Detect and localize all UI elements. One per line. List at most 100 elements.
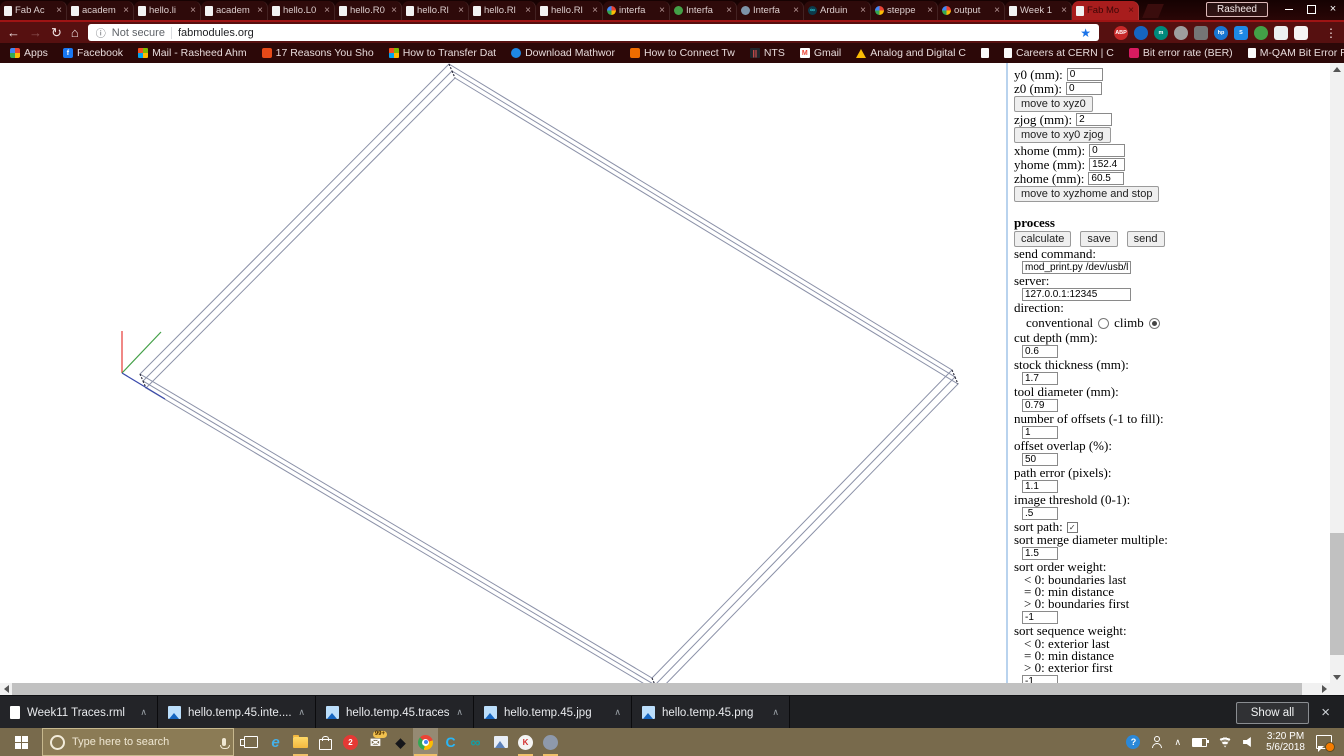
input-zjog-mm[interactable]	[1076, 113, 1113, 126]
tab-close-icon[interactable]: ×	[458, 5, 464, 16]
tab-close-icon[interactable]: ×	[860, 5, 866, 16]
close-button[interactable]: ×	[1322, 0, 1344, 18]
download-chip-hello-temp-45-traces-png[interactable]: hello.temp.45.traces.png ∧	[316, 696, 474, 729]
tab-hello-l0[interactable]: hello.L0 ×	[268, 1, 335, 20]
microphone-icon[interactable]	[219, 738, 230, 749]
tab-week-1[interactable]: Week 1 ×	[1005, 1, 1072, 20]
battery-icon[interactable]	[1192, 737, 1210, 747]
tab-close-icon[interactable]: ×	[726, 5, 732, 16]
input-xhome-mm[interactable]	[1089, 144, 1126, 157]
bookmark-how-to-connect-tw[interactable]: How to Connect Tw	[629, 47, 735, 59]
tab-steppe[interactable]: steppe ×	[871, 1, 938, 20]
scroll-right-icon[interactable]	[1318, 683, 1330, 695]
tab-close-icon[interactable]: ×	[324, 5, 330, 16]
input-z0-mm[interactable]	[1066, 82, 1103, 95]
download-chevron-icon[interactable]: ∧	[772, 707, 779, 718]
bookmark-m-qam-bit-error-ra[interactable]: M-QAM Bit Error Ra	[1247, 47, 1344, 59]
tab-hello-rl[interactable]: hello.Rl ×	[536, 1, 603, 20]
download-chip-hello-temp-45-png[interactable]: hello.temp.45.png ∧	[632, 696, 790, 729]
button-move-to-xy0-zjog[interactable]: move to xy0 zjog	[1014, 127, 1111, 143]
horizontal-scrollbar[interactable]	[0, 683, 1330, 695]
tab-close-icon[interactable]: ×	[257, 5, 263, 16]
download-chevron-icon[interactable]: ∧	[140, 707, 147, 718]
scroll-down-icon[interactable]	[1330, 671, 1344, 683]
taskbar-app-kicad[interactable]: K	[513, 728, 538, 756]
tab-output[interactable]: output ×	[938, 1, 1005, 20]
start-button[interactable]	[0, 728, 42, 756]
tab-arduin[interactable]: ∞ Arduin ×	[804, 1, 871, 20]
taskbar-app-ccleaner[interactable]: C	[438, 728, 463, 756]
input-y0-mm[interactable]	[1066, 68, 1103, 81]
action-center-icon[interactable]	[1316, 735, 1335, 752]
ext-s-icon[interactable]: S	[1234, 25, 1248, 40]
reload-icon[interactable]: ↻	[51, 26, 62, 39]
tab-hello-li[interactable]: hello.li ×	[134, 1, 201, 20]
tab-close-icon[interactable]: ×	[190, 5, 196, 16]
home-icon[interactable]: ⌂	[71, 26, 79, 39]
tab-interfa[interactable]: Interfa ×	[670, 1, 737, 20]
taskbar-app-eagle[interactable]	[538, 728, 563, 756]
download-chip-hello-temp-45-inte-png[interactable]: hello.temp.45.inte....png ∧	[158, 696, 316, 729]
tab-hello-r0[interactable]: hello.R0 ×	[335, 1, 402, 20]
tab-hello-rl[interactable]: hello.Rl ×	[402, 1, 469, 20]
button-send[interactable]: send	[1126, 231, 1165, 247]
download-chip-hello-temp-45-jpg[interactable]: hello.temp.45.jpg ∧	[474, 696, 632, 729]
download-chevron-icon[interactable]: ∧	[614, 707, 621, 718]
adblock-icon[interactable]: ABP	[1114, 25, 1128, 40]
taskbar-app-edge[interactable]: e	[263, 728, 288, 756]
checkbox-sort-path[interactable]: ✓	[1066, 521, 1078, 533]
tab-fab-ac[interactable]: Fab Ac ×	[0, 1, 67, 20]
taskbar-app-mail[interactable]: 99+ ✉	[363, 728, 388, 756]
bookmark-gmail[interactable]: M Gmail	[799, 47, 841, 59]
address-bar[interactable]: ⓘ Not secure fabmodules.org ★	[87, 24, 1099, 41]
bookmark-bit-error-rate-ber[interactable]: Bit error rate (BER)	[1128, 47, 1233, 59]
button-save[interactable]: save	[1080, 231, 1118, 247]
button-move-to-xyz0[interactable]: move to xyz0	[1014, 96, 1093, 112]
bookmark-17-reasons-you-sho[interactable]: 17 Reasons You Sho	[261, 47, 374, 59]
tab-close-icon[interactable]: ×	[659, 5, 665, 16]
wifi-icon[interactable]	[1218, 736, 1233, 748]
profile-button[interactable]: Rasheed	[1205, 1, 1268, 17]
browser-menu-icon[interactable]: ⋮	[1325, 26, 1337, 40]
taskbar-app-photos[interactable]	[488, 728, 513, 756]
ext-doc-icon[interactable]	[1294, 25, 1308, 40]
tab-hello-rl[interactable]: hello.Rl ×	[469, 1, 536, 20]
taskbar-search[interactable]: Type here to search	[42, 728, 234, 756]
maximize-button[interactable]	[1300, 0, 1322, 18]
ext-green-icon[interactable]	[1254, 25, 1268, 40]
radio-conventional[interactable]	[1098, 317, 1110, 329]
tab-academ[interactable]: academ ×	[201, 1, 268, 20]
taskbar-app-arduino[interactable]: ∞	[463, 728, 488, 756]
button-calculate[interactable]: calculate	[1014, 231, 1072, 247]
taskbar-app-task-view[interactable]	[238, 728, 263, 756]
help-icon[interactable]: ?	[1126, 735, 1141, 749]
input-zhome-mm[interactable]	[1088, 172, 1125, 185]
shelf-close-icon[interactable]: ×	[1321, 704, 1330, 721]
tab-close-icon[interactable]: ×	[793, 5, 799, 16]
back-icon[interactable]: ←	[7, 26, 20, 39]
show-all-button[interactable]: Show all	[1235, 701, 1310, 724]
taskbar-clock[interactable]: 3:20 PM 5/6/2018	[1266, 731, 1305, 753]
hidden-icons-chevron-icon[interactable]: ∧	[1174, 737, 1181, 748]
horizontal-scrollbar-thumb[interactable]	[12, 683, 1302, 695]
tab-close-icon[interactable]: ×	[1061, 5, 1067, 16]
volume-icon[interactable]	[1243, 737, 1251, 747]
tab-interfa[interactable]: interfa ×	[603, 1, 670, 20]
taskbar-app-file-explorer[interactable]	[288, 728, 313, 756]
tab-close-icon[interactable]: ×	[592, 5, 598, 16]
taskbar-app-inkscape[interactable]: ◆	[388, 728, 413, 756]
vertical-scrollbar-thumb[interactable]	[1330, 533, 1344, 655]
url-text[interactable]: fabmodules.org	[178, 27, 1074, 39]
taskbar-app-app-red[interactable]: 2	[338, 728, 363, 756]
tab-fab-mo[interactable]: Fab Mo ×	[1072, 1, 1139, 20]
tab-close-icon[interactable]: ×	[391, 5, 397, 16]
download-chevron-icon[interactable]: ∧	[298, 707, 305, 718]
ext-gray-round-icon[interactable]	[1174, 25, 1188, 40]
minimize-button[interactable]	[1278, 0, 1300, 18]
tab-close-icon[interactable]: ×	[123, 5, 129, 16]
bookmark-star-icon[interactable]: ★	[1080, 26, 1091, 40]
scroll-left-icon[interactable]	[0, 683, 12, 695]
tab-close-icon[interactable]: ×	[525, 5, 531, 16]
tab-academ[interactable]: academ ×	[67, 1, 134, 20]
bookmark-careers-at-cern-c[interactable]: Careers at CERN | C	[1003, 47, 1114, 59]
